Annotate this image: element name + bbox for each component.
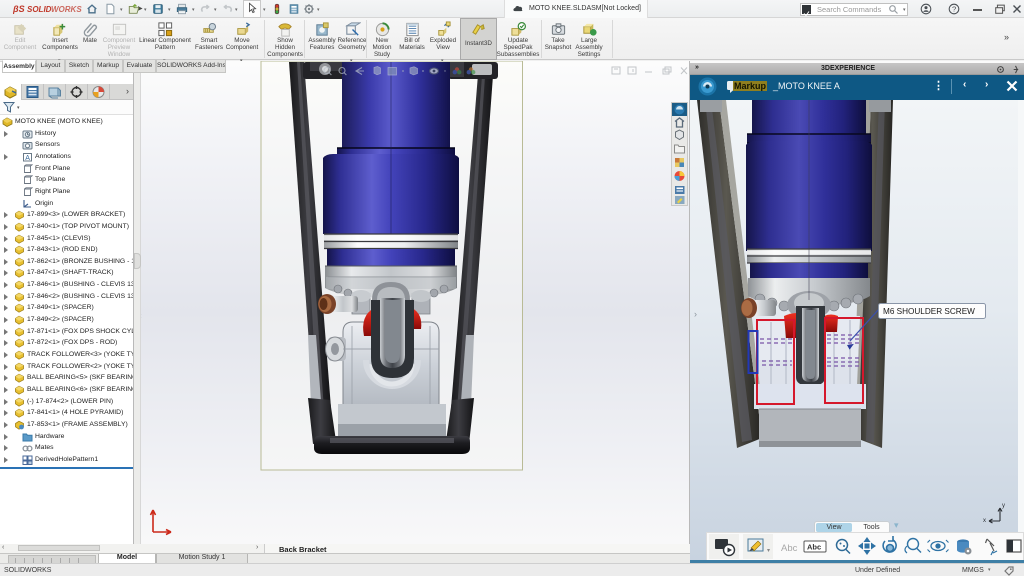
svg-text:Abc: Abc	[807, 543, 821, 552]
svg-text:▾: ▾	[767, 548, 770, 554]
svg-text:x: x	[983, 518, 986, 524]
svg-text:M6 SHOULDER SCREW: M6 SHOULDER SCREW	[883, 307, 975, 316]
svg-text:›: ›	[694, 309, 697, 319]
svg-text:A: A	[25, 155, 30, 162]
svg-text:y: y	[1002, 503, 1005, 509]
svg-text:βS: βS	[13, 4, 25, 14]
svg-text:?: ?	[952, 5, 956, 14]
svg-text:WORKS: WORKS	[51, 5, 82, 14]
svg-text:SOLID: SOLID	[27, 5, 52, 14]
svg-text:Abc: Abc	[781, 543, 798, 554]
